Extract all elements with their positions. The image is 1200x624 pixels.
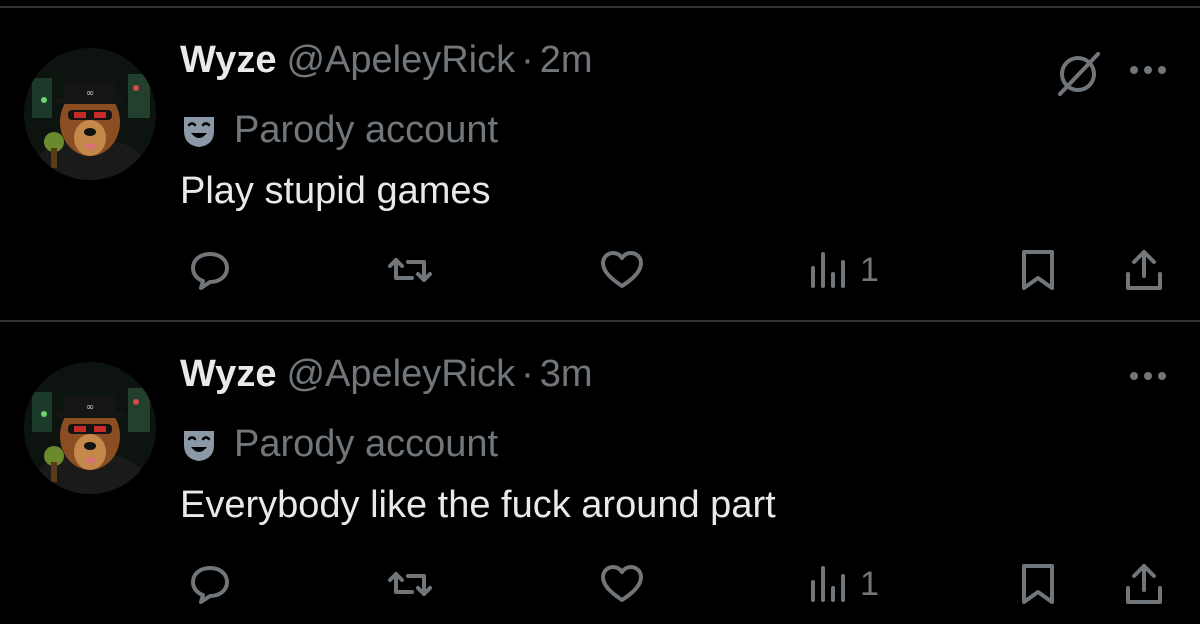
grok-icon[interactable] [1052, 48, 1104, 100]
display-name[interactable]: Wyze [180, 39, 276, 81]
views-button[interactable]: 1 [804, 240, 879, 300]
tweet-text: Everybody like the fuck around part [180, 484, 776, 526]
display-name[interactable]: Wyze [180, 353, 276, 395]
avatar[interactable]: ∞ [24, 48, 156, 180]
separator-dot: · [521, 353, 534, 395]
share-icon [1126, 250, 1162, 290]
tweet[interactable]: ∞ Wyze @ApeleyRick · 2m Parody account Play… [0, 8, 1200, 308]
analytics-icon [811, 566, 845, 602]
handle[interactable]: @ApeleyRick [286, 39, 515, 81]
repost-icon [388, 572, 432, 596]
action-bar: 1 [0, 240, 1200, 300]
dog-avatar-icon: ∞ [24, 362, 156, 494]
bookmark-icon [1022, 250, 1054, 290]
tweet-header: Wyze @ApeleyRick · 2m [180, 38, 593, 82]
avatar[interactable]: ∞ [24, 362, 156, 494]
handle[interactable]: @ApeleyRick [286, 353, 515, 395]
dog-avatar-icon: ∞ [24, 48, 156, 180]
parody-label: Parody account [180, 108, 498, 152]
like-button[interactable] [598, 554, 646, 614]
action-bar: 1 [0, 554, 1200, 614]
repost-button[interactable] [386, 240, 434, 300]
tweet-text: Play stupid games [180, 170, 491, 212]
theater-mask-icon [184, 431, 214, 461]
like-button[interactable] [598, 240, 646, 300]
reply-button[interactable] [186, 554, 234, 614]
bookmark-button[interactable] [1014, 240, 1062, 300]
svg-text:∞: ∞ [86, 402, 94, 413]
tweet[interactable]: ∞ Wyze @ApeleyRick · 3m Parody account Ever… [0, 322, 1200, 622]
parody-label: Parody account [180, 422, 498, 466]
more-options-icon[interactable] [1126, 366, 1170, 386]
reply-icon [191, 566, 229, 604]
reply-button[interactable] [186, 240, 234, 300]
views-count: 1 [860, 250, 879, 289]
more-options-icon[interactable] [1126, 60, 1170, 80]
parody-label-text: Parody account [234, 109, 499, 151]
separator-dot: · [521, 39, 534, 81]
theater-mask-icon [184, 117, 214, 147]
share-icon [1126, 564, 1162, 604]
timestamp[interactable]: 3m [540, 353, 593, 395]
heart-icon [601, 251, 643, 288]
bookmark-button[interactable] [1014, 554, 1062, 614]
tweet-header: Wyze @ApeleyRick · 3m [180, 352, 593, 396]
share-button[interactable] [1120, 554, 1168, 614]
reply-icon [191, 252, 229, 290]
parody-label-text: Parody account [234, 423, 499, 465]
heart-icon [601, 565, 643, 602]
views-count: 1 [860, 564, 879, 603]
repost-button[interactable] [386, 554, 434, 614]
bookmark-icon [1022, 564, 1054, 604]
svg-text:∞: ∞ [86, 88, 94, 99]
views-button[interactable]: 1 [804, 554, 879, 614]
repost-icon [388, 258, 432, 282]
share-button[interactable] [1120, 240, 1168, 300]
analytics-icon [811, 252, 845, 288]
timestamp[interactable]: 2m [540, 39, 593, 81]
